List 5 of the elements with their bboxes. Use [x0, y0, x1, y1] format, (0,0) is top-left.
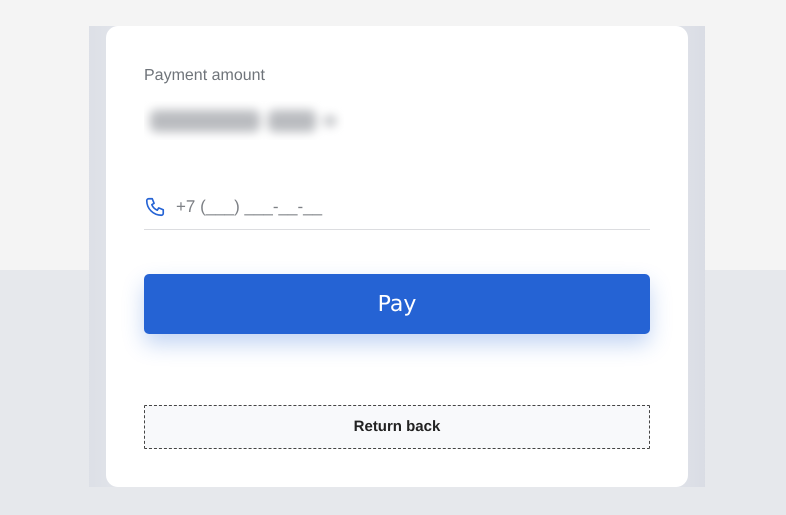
pay-button[interactable]: Pay: [144, 274, 650, 334]
phone-field[interactable]: +7 (___) ___-__-__: [176, 194, 650, 220]
amount-label: Payment amount: [144, 66, 265, 86]
return-button[interactable]: Return back: [144, 405, 650, 449]
phone-icon: [144, 196, 166, 218]
